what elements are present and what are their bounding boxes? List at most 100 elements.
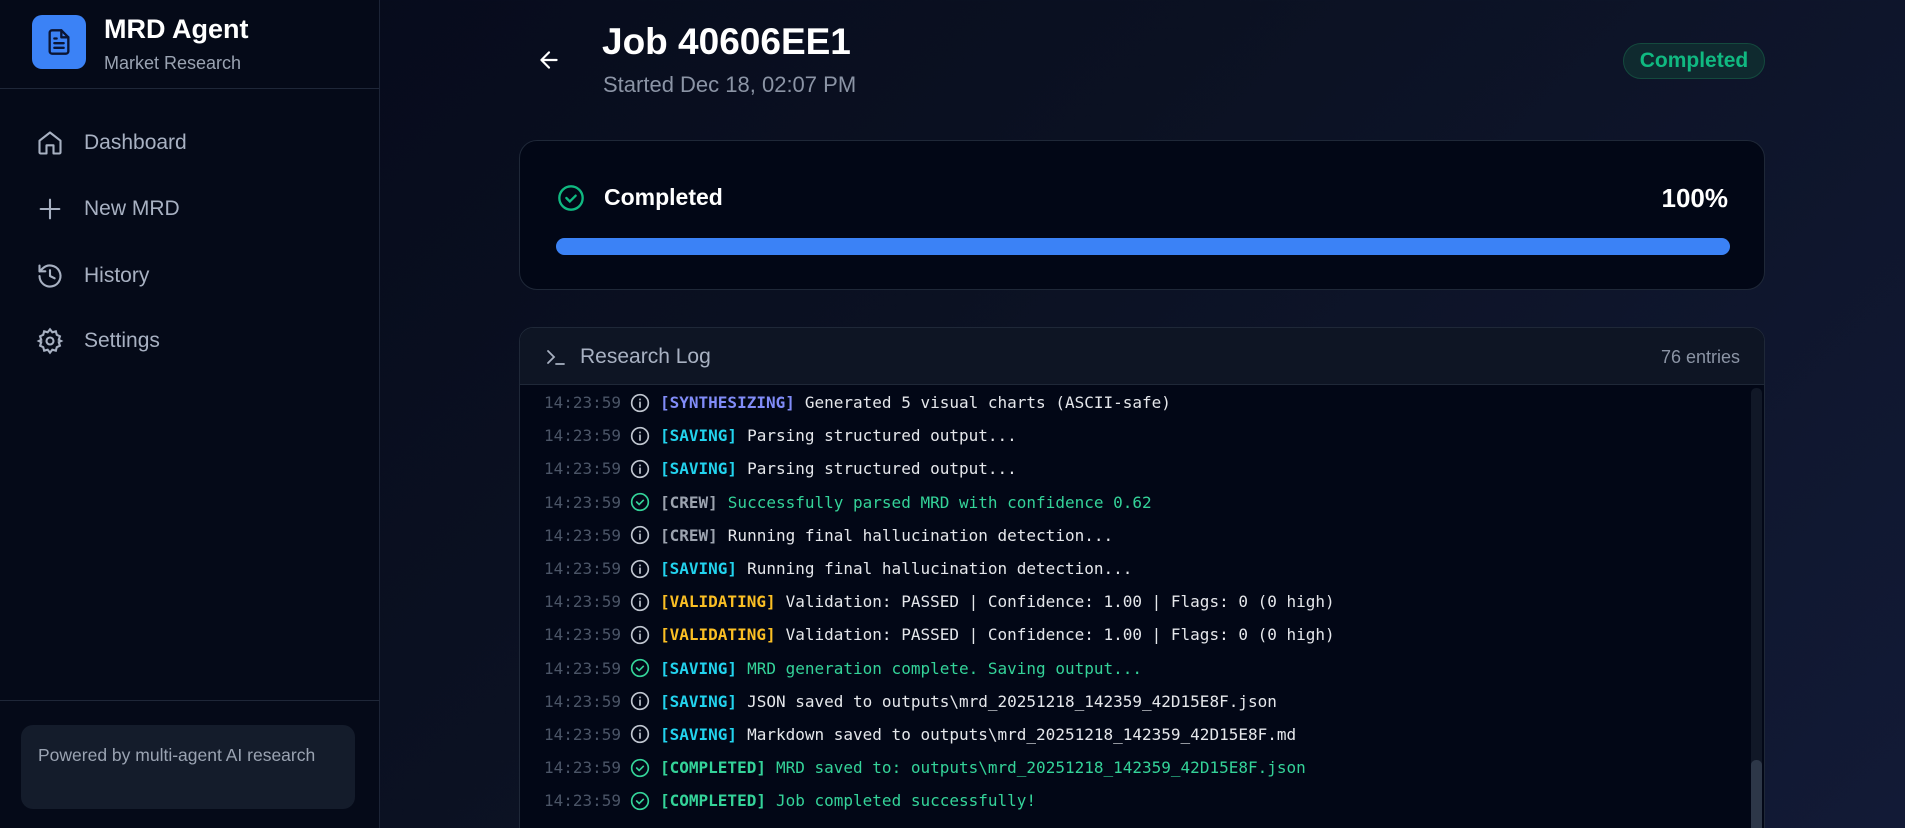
log-row: 14:23:59 [SAVING] JSON saved to outputs\mr… [520, 685, 1750, 718]
check-circle-icon [630, 791, 650, 811]
log-timestamp: 14:23:59 [544, 492, 622, 512]
info-icon [630, 459, 650, 479]
log-tag: [COMPLETED] [660, 758, 766, 778]
log-tag: [SAVING] [660, 459, 738, 479]
info-icon [630, 625, 650, 645]
sidebar-item-settings[interactable]: Settings [36, 319, 160, 363]
check-circle-icon [630, 658, 650, 678]
log-timestamp: 14:23:59 [544, 758, 622, 778]
sidebar-item-new-mrd[interactable]: New MRD [36, 187, 180, 231]
powered-by-note: Powered by multi-agent AI research [21, 725, 355, 809]
info-icon [630, 426, 650, 445]
log-message: Job completed successfully! [775, 791, 1037, 811]
log-message: Running final hallucination detection... [747, 559, 1133, 579]
log-row: 14:23:59 [SAVING] Parsing structured outpu… [520, 452, 1750, 485]
check-circle-icon [630, 492, 650, 512]
progress-percent: 100% [1661, 183, 1729, 213]
research-log-header: Research Log 76 entries [520, 328, 1764, 385]
log-tag: [SAVING] [660, 691, 738, 711]
log-tag: [SAVING] [660, 658, 738, 678]
back-arrow-icon[interactable] [536, 47, 562, 73]
log-message: Parsing structured output... [747, 459, 1017, 479]
log-tag: [COMPLETED] [660, 791, 766, 811]
terminal-icon [547, 350, 565, 365]
log-message: Successfully parsed MRD with confidence … [727, 492, 1152, 512]
progress-label: Completed [604, 184, 723, 210]
log-entry-count: 76 entries [1660, 347, 1740, 367]
document-icon [32, 15, 86, 69]
progress-bar [556, 238, 1730, 255]
log-timestamp: 14:23:59 [544, 393, 622, 413]
log-message: Running final hallucination detection... [727, 525, 1114, 545]
log-tag: [CREW] [660, 525, 718, 545]
sidebar-item-dashboard[interactable]: Dashboard [36, 121, 187, 165]
log-timestamp: 14:23:59 [544, 791, 622, 811]
sidebar-item-label: History [84, 264, 150, 287]
log-message: Markdown saved to outputs\mrd_20251218_1… [747, 724, 1297, 744]
job-started-time: Started Dec 18, 02:07 PM [603, 72, 857, 97]
app-subtitle: Market Research [104, 53, 242, 73]
log-timestamp: 14:23:59 [544, 426, 622, 446]
brand: MRD Agent Market Research [0, 0, 379, 89]
sidebar-divider [0, 700, 380, 701]
page-title: Job 40606EE1 [602, 21, 851, 62]
log-row: 14:23:59 [COMPLETED] MRD saved to: outputs… [520, 751, 1750, 784]
log-row: 14:23:59 [VALIDATING] Validation: PASSED |… [520, 618, 1750, 651]
log-row: 14:23:59 [VALIDATING] Validation: PASSED |… [520, 585, 1750, 618]
log-message: Parsing structured output... [747, 426, 1017, 446]
info-icon [630, 526, 650, 545]
progress-bar-fill [556, 238, 1730, 255]
log-tag: [SAVING] [660, 724, 738, 744]
log-timestamp: 14:23:59 [544, 525, 622, 545]
log-message: JSON saved to outputs\mrd_20251218_14235… [747, 691, 1277, 711]
log-timestamp: 14:23:59 [544, 559, 622, 579]
research-log-title: Research Log [580, 345, 711, 368]
check-circle-icon [558, 185, 584, 211]
log-message: Validation: PASSED | Confidence: 1.00 | … [785, 592, 1335, 612]
home-icon [38, 131, 62, 155]
sidebar-item-history[interactable]: History [36, 254, 149, 298]
status-badge: Completed [1623, 43, 1765, 79]
log-tag: [VALIDATING] [660, 625, 776, 645]
log-tag: [CREW] [660, 492, 718, 512]
log-timestamp: 14:23:59 [544, 592, 622, 612]
log-timestamp: 14:23:59 [544, 691, 622, 711]
info-icon [630, 592, 650, 611]
sidebar-item-label: New MRD [84, 197, 180, 220]
log-scrollbar[interactable] [1751, 388, 1762, 828]
log-message: Validation: PASSED | Confidence: 1.00 | … [785, 625, 1335, 645]
sidebar-item-label: Settings [84, 329, 160, 352]
log-tag: [SYNTHESIZING] [660, 393, 795, 413]
log-tag: [VALIDATING] [660, 592, 776, 612]
log-timestamp: 14:23:59 [544, 724, 622, 744]
log-timestamp: 14:23:59 [544, 658, 622, 678]
log-tag: [SAVING] [660, 426, 738, 446]
info-icon [630, 559, 650, 578]
log-entries: 14:23:59 [SYNTHESIZING] Generated 5 visual… [520, 386, 1750, 817]
app-title: MRD Agent [104, 14, 249, 44]
log-message: Generated 5 visual charts (ASCII-safe) [804, 393, 1171, 413]
plus-icon [39, 198, 61, 220]
log-scrollbar-thumb[interactable] [1751, 760, 1762, 828]
log-row: 14:23:59 [CREW] Running final hallucinatio… [520, 519, 1750, 552]
log-row: 14:23:59 [SYNTHESIZING] Generated 5 visual… [520, 386, 1750, 419]
log-message: MRD generation complete. Saving output..… [747, 658, 1143, 678]
info-icon [630, 393, 650, 412]
research-log: Research Log 76 entries 14:23:59 [SYNTHES… [519, 327, 1765, 828]
check-circle-icon [630, 758, 650, 777]
log-row: 14:23:59 [SAVING] Parsing structured outpu… [520, 419, 1750, 452]
log-tag: [SAVING] [660, 559, 738, 579]
log-timestamp: 14:23:59 [544, 625, 622, 645]
gear-icon [36, 327, 64, 355]
history-icon [38, 264, 62, 288]
log-timestamp: 14:23:59 [544, 459, 622, 479]
sidebar-item-label: Dashboard [84, 131, 187, 154]
log-row: 14:23:59 [CREW] Successfully parsed MRD wi… [520, 486, 1750, 519]
log-row: 14:23:59 [SAVING] Markdown saved to output… [520, 718, 1750, 751]
log-row: 14:23:59 [SAVING] MRD generation complete.… [520, 652, 1750, 685]
log-message: MRD saved to: outputs\mrd_20251218_14235… [775, 758, 1306, 778]
log-row: 14:23:59 [SAVING] Running final hallucinat… [520, 552, 1750, 585]
info-icon [630, 725, 650, 744]
log-row: 14:23:59 [COMPLETED] Job completed success… [520, 784, 1750, 817]
info-icon [630, 692, 650, 711]
